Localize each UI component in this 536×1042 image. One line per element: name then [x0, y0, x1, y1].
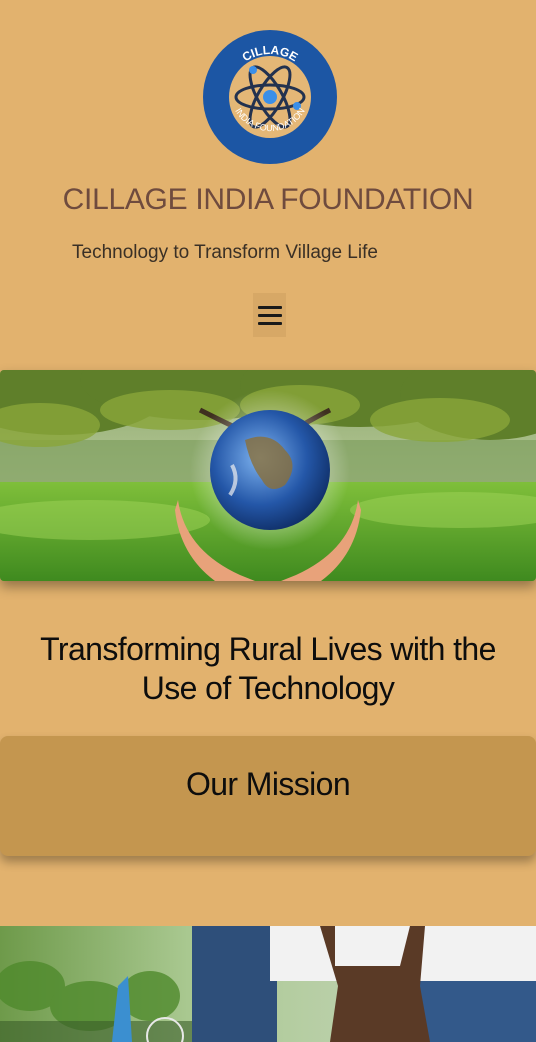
- headline-line-1: Transforming Rural Lives with the: [40, 631, 496, 667]
- hamburger-menu-icon: [257, 305, 282, 309]
- site-title[interactable]: CILLAGE INDIA FOUNDATION: [0, 183, 536, 217]
- main-headline: Transforming Rural Lives with the Use of…: [0, 630, 536, 708]
- gardening-image: [0, 926, 536, 1042]
- mission-title: Our Mission: [185, 766, 351, 802]
- foundation-logo[interactable]: CILLAGE INDIA FOUNDATION: [203, 30, 337, 164]
- mission-card[interactable]: Our Mission: [0, 736, 536, 856]
- headline-line-2: Use of Technology: [141, 670, 395, 706]
- gardening-photo: [0, 926, 536, 1042]
- hamburger-menu-button[interactable]: [253, 293, 286, 337]
- site-tagline: Technology to Transform Village Life: [72, 242, 378, 263]
- hero-banner: [0, 370, 536, 581]
- atom-icon: CILLAGE INDIA FOUNDATION: [204, 31, 336, 163]
- globe-in-hands-under-tree-image: [0, 370, 536, 581]
